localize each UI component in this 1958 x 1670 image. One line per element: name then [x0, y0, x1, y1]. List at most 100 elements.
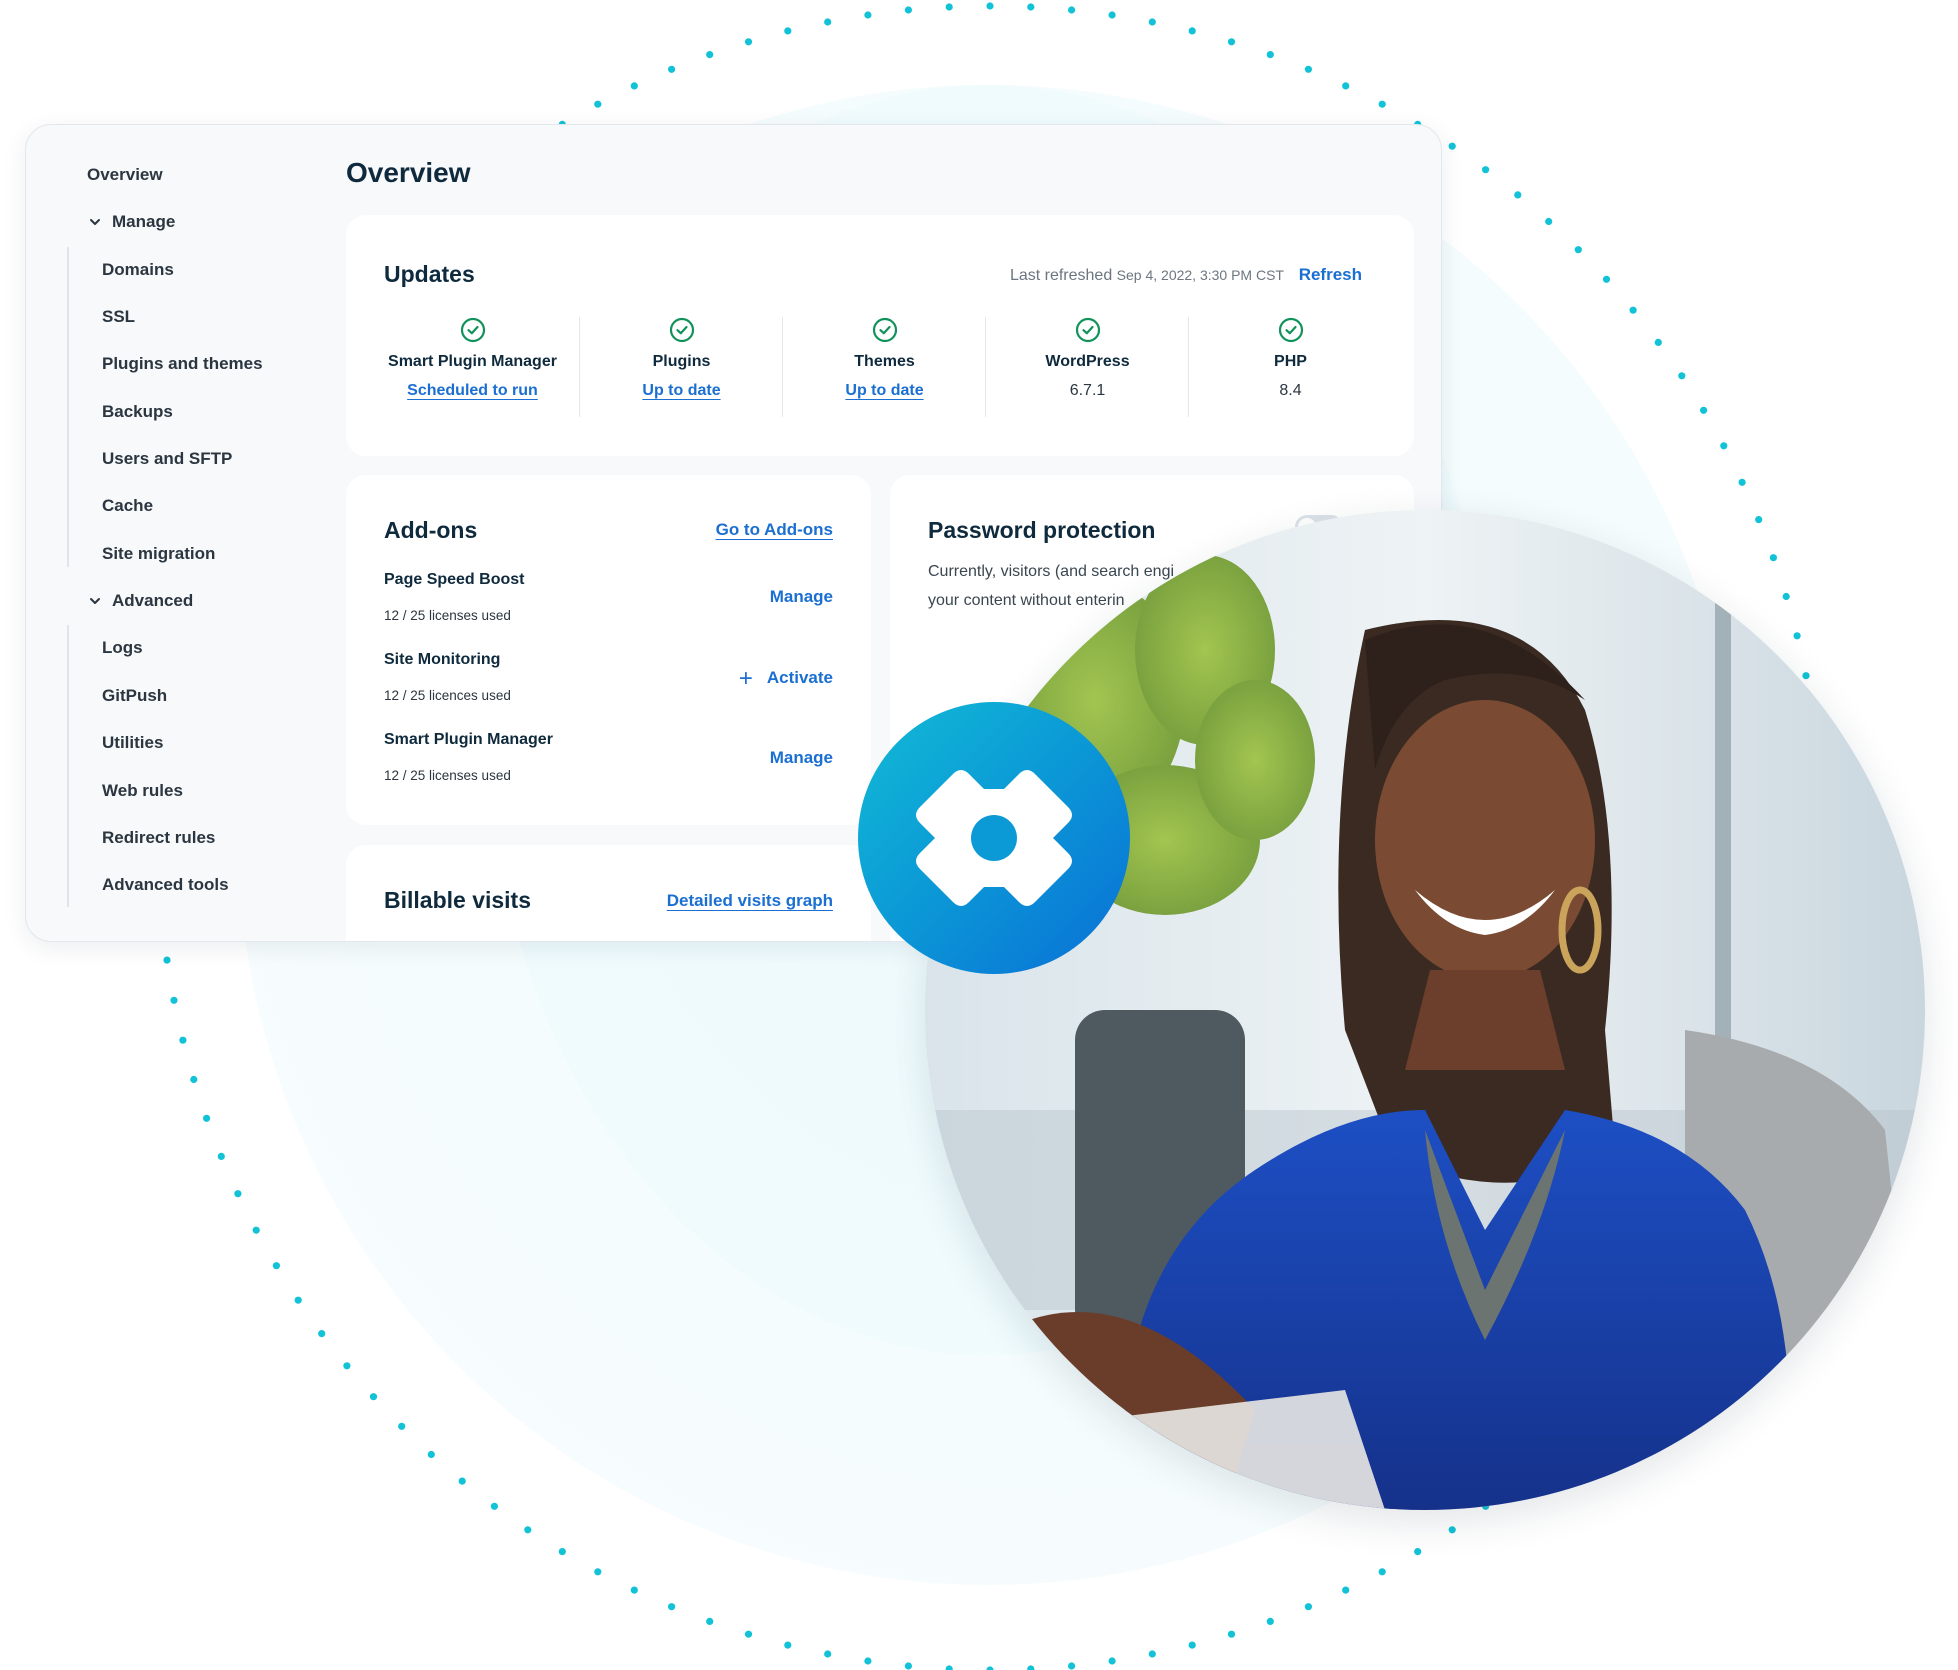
- ring-dot: [252, 1226, 260, 1234]
- ring-dot: [190, 1075, 198, 1084]
- ring-dot: [458, 1477, 466, 1485]
- last-refreshed-label: Last refreshed: [1009, 267, 1113, 284]
- ring-dot: [1782, 592, 1790, 601]
- ring-dot: [398, 1422, 406, 1430]
- ring-dot: [904, 6, 913, 14]
- go-to-addons-link[interactable]: Go to Add-ons: [716, 520, 833, 540]
- ring-dot: [1720, 442, 1728, 450]
- ring-dot: [945, 3, 953, 11]
- ring-dot: [1148, 1650, 1156, 1658]
- ring-dot: [1108, 11, 1116, 19]
- update-label: Plugins: [652, 353, 711, 370]
- update-status-link[interactable]: Up to date: [580, 382, 783, 400]
- manage-button[interactable]: Manage: [770, 748, 833, 768]
- ring-dot: [524, 1526, 532, 1534]
- ring-dot: [744, 38, 753, 46]
- sidebar-item-advanced-tools[interactable]: Advanced tools: [102, 875, 229, 895]
- ring-dot: [1148, 18, 1156, 26]
- update-item-wordpress: WordPress 6.7.1: [986, 317, 1189, 417]
- ring-dot: [1227, 38, 1236, 46]
- sidebar-group-advanced[interactable]: Advanced: [88, 591, 193, 611]
- refresh-button[interactable]: Refresh: [1299, 265, 1362, 285]
- ring-dot: [784, 1641, 792, 1649]
- ring-dot: [294, 1296, 302, 1304]
- sidebar-item-backups[interactable]: Backups: [102, 402, 173, 422]
- ring-dot: [1188, 27, 1196, 35]
- updates-panel: Updates Last refreshed Sep 4, 2022, 3:30…: [346, 215, 1414, 456]
- ring-dot: [558, 1548, 566, 1556]
- activate-button[interactable]: + Activate: [739, 665, 833, 693]
- ring-dot: [1769, 554, 1777, 562]
- ring-dot: [1602, 275, 1611, 283]
- ring-dot: [1755, 516, 1763, 524]
- sidebar-item-users-and-sftp[interactable]: Users and SFTP: [102, 449, 232, 469]
- nav-rail: [67, 247, 69, 567]
- ring-dot: [904, 1662, 913, 1670]
- update-label: Smart Plugin Manager: [388, 353, 557, 370]
- ring-dot: [318, 1330, 326, 1338]
- sidebar-item-domains[interactable]: Domains: [102, 260, 174, 280]
- addons-title: Add-ons: [384, 517, 478, 543]
- ring-dot: [986, 1666, 994, 1670]
- ring-dot: [1448, 1526, 1456, 1534]
- sidebar-item-plugins-and-themes[interactable]: Plugins and themes: [102, 354, 263, 374]
- ring-dot: [427, 1450, 435, 1459]
- ring-dot: [824, 18, 832, 26]
- ring-dot: [163, 956, 171, 964]
- ring-dot: [1266, 1617, 1274, 1625]
- ring-dot: [986, 2, 994, 10]
- ring-dot: [369, 1393, 378, 1401]
- ring-dot: [1414, 1548, 1422, 1556]
- sidebar-item-utilities[interactable]: Utilities: [102, 733, 163, 753]
- update-label: Themes: [854, 353, 915, 370]
- sidebar-item-gitpush[interactable]: GitPush: [102, 686, 167, 706]
- ring-dot: [1068, 6, 1076, 14]
- sidebar-item-logs[interactable]: Logs: [102, 638, 143, 658]
- ring-dot: [1027, 3, 1035, 11]
- ring-dot: [1266, 51, 1274, 59]
- update-item-plugins: Plugins Up to date: [580, 317, 783, 417]
- ring-dot: [1678, 372, 1686, 380]
- sidebar-group-manage[interactable]: Manage: [88, 212, 175, 232]
- addon-name: Smart Plugin Manager: [384, 731, 553, 748]
- ring-dot: [1068, 1662, 1076, 1670]
- update-item-themes: Themes Up to date: [783, 317, 986, 417]
- sidebar-group-label: Advanced: [112, 591, 194, 610]
- check-circle-icon: [669, 317, 694, 343]
- sidebar-group-label: Manage: [112, 212, 176, 231]
- ring-dot: [1188, 1641, 1196, 1649]
- detailed-visits-graph-link[interactable]: Detailed visits graph: [667, 891, 833, 911]
- manage-button[interactable]: Manage: [770, 587, 833, 607]
- ring-dot: [945, 1665, 953, 1670]
- sidebar: Overview Manage Domains SSL Plugins and …: [26, 125, 336, 941]
- sidebar-item-cache[interactable]: Cache: [102, 496, 153, 516]
- ring-dot: [744, 1630, 753, 1638]
- addon-name: Page Speed Boost: [384, 571, 525, 588]
- sidebar-item-ssl[interactable]: SSL: [102, 307, 135, 327]
- ring-dot: [1514, 191, 1522, 199]
- sidebar-item-overview[interactable]: Overview: [87, 165, 163, 185]
- ring-dot: [343, 1362, 351, 1370]
- update-item-php: PHP 8.4: [1189, 317, 1392, 417]
- sidebar-item-site-migration[interactable]: Site migration: [102, 544, 215, 564]
- ring-dot: [1027, 1665, 1035, 1670]
- brand-logo-icon: [916, 770, 1072, 906]
- ring-dot: [1448, 142, 1456, 150]
- update-item-smart-plugin-manager: Smart Plugin Manager Scheduled to run: [371, 317, 574, 417]
- ring-dot: [203, 1114, 211, 1122]
- ring-dot: [217, 1152, 225, 1160]
- update-status-link[interactable]: Scheduled to run: [371, 382, 574, 400]
- sidebar-item-web-rules[interactable]: Web rules: [102, 781, 183, 801]
- update-version: 6.7.1: [1069, 382, 1106, 399]
- brand-logo-badge: [858, 702, 1130, 974]
- update-version: 8.4: [1279, 382, 1302, 399]
- billable-visits-title: Billable visits: [384, 887, 532, 913]
- ring-dot: [1378, 1568, 1386, 1576]
- ring-dot: [1342, 1586, 1350, 1594]
- nav-rail: [67, 625, 69, 907]
- ring-dot: [490, 1502, 498, 1510]
- update-status-link[interactable]: Up to date: [783, 382, 986, 400]
- ring-dot: [864, 1657, 872, 1665]
- billable-visits-panel: Billable visits Detailed visits graph: [346, 845, 871, 941]
- sidebar-item-redirect-rules[interactable]: Redirect rules: [102, 828, 215, 848]
